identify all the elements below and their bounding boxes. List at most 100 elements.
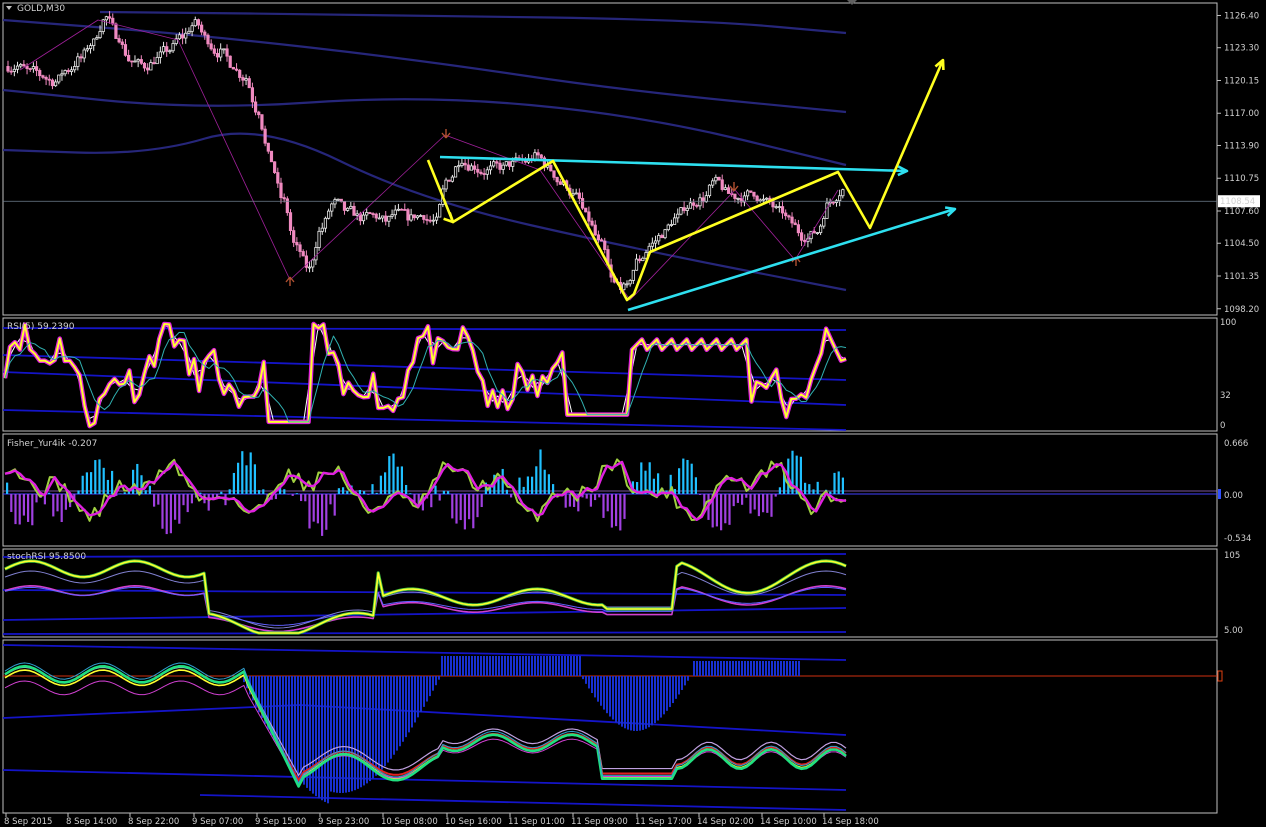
candle-body xyxy=(57,74,61,83)
candle-body xyxy=(177,34,182,40)
fisher-histogram-bar xyxy=(119,493,122,494)
bottom-histogram-bar xyxy=(618,676,620,725)
candle-body xyxy=(714,176,718,182)
fisher-histogram-bar xyxy=(22,494,25,516)
bottom-histogram-bar xyxy=(435,676,437,686)
fisher-histogram-bar xyxy=(526,476,529,494)
bottom-histogram-bar xyxy=(381,676,383,770)
candle-body xyxy=(168,50,172,53)
fisher-histogram-bar xyxy=(228,489,231,494)
candle-body xyxy=(504,161,508,166)
bottom-histogram-bar xyxy=(648,676,650,728)
candle-body xyxy=(695,204,699,207)
fisher-histogram-bar xyxy=(480,494,483,508)
fisher-histogram-bar xyxy=(463,494,466,530)
bottom-histogram-bar xyxy=(705,661,707,676)
candle-body xyxy=(422,215,426,220)
fisher-histogram-bar xyxy=(459,494,462,521)
fisher-histogram-bar xyxy=(379,475,382,494)
fisher-histogram-bar xyxy=(384,472,387,494)
candle-body xyxy=(200,24,204,33)
candle-body xyxy=(279,182,283,199)
candle-body xyxy=(50,79,55,87)
fisher-histogram-bar xyxy=(392,453,395,494)
candle-body xyxy=(374,213,378,219)
bottom-histogram-bar xyxy=(684,676,686,686)
candle-body xyxy=(244,78,248,81)
candle-body xyxy=(717,176,721,181)
candle-body xyxy=(206,34,210,45)
candle-body xyxy=(679,207,683,215)
fisher-histogram-bar xyxy=(539,449,542,494)
fisher-histogram-bar xyxy=(405,484,408,494)
bottom-histogram-bar xyxy=(543,656,545,676)
bottom-histogram-bar xyxy=(798,661,800,676)
fisher-histogram-bar xyxy=(606,494,609,512)
bottom-histogram-bar xyxy=(534,656,536,676)
candle-body xyxy=(403,209,407,211)
candle-body xyxy=(466,164,470,171)
fisher-histogram-bar xyxy=(699,494,702,495)
candle-body xyxy=(171,43,175,52)
candle-body xyxy=(669,224,674,226)
bottom-histogram-bar xyxy=(312,676,314,794)
candle-body xyxy=(415,215,420,219)
candle-body xyxy=(47,78,51,81)
candle-body xyxy=(95,37,99,40)
candle-body xyxy=(66,70,70,72)
bottom-histogram-bar xyxy=(420,676,422,713)
time-tick-label: 8 Sep 22:00 xyxy=(128,817,179,827)
bottom-histogram-bar xyxy=(384,676,386,767)
fisher-histogram-bar xyxy=(430,494,433,508)
rsi-tick-label: 100 xyxy=(1220,318,1236,328)
bottom-histogram-bar xyxy=(327,676,329,804)
bottom-histogram-bar xyxy=(612,676,614,720)
fisher-histogram-bar xyxy=(732,494,735,507)
bottom-histogram-bar xyxy=(291,676,293,770)
bottom-histogram-bar xyxy=(315,676,317,797)
fisher-histogram-bar xyxy=(367,494,370,495)
fisher-histogram-bar xyxy=(241,451,244,494)
candle-body xyxy=(60,73,64,76)
candle-body xyxy=(6,66,10,72)
bottom-histogram-bar xyxy=(606,676,608,714)
candle-body xyxy=(63,70,67,75)
candle-body xyxy=(412,214,416,219)
candle-body xyxy=(215,52,220,58)
bottom-histogram-bar xyxy=(372,676,374,779)
candle-body xyxy=(777,206,781,208)
candle-body xyxy=(469,165,474,171)
candle-body xyxy=(765,197,769,200)
candle-body xyxy=(536,152,540,156)
candle-body xyxy=(711,180,715,186)
fisher-histogram-bar xyxy=(762,494,765,513)
candle-body xyxy=(317,230,321,248)
bottom-histogram-bar xyxy=(642,676,644,730)
bottom-histogram-bar xyxy=(390,676,392,759)
candle-body xyxy=(473,165,477,170)
bottom-histogram-bar xyxy=(366,676,368,784)
fisher-histogram-bar xyxy=(165,494,168,535)
candle-body xyxy=(346,207,350,211)
bottom-histogram-bar xyxy=(591,676,593,693)
bottom-histogram-bar xyxy=(285,676,287,761)
bottom-histogram-bar xyxy=(681,676,683,690)
bottom-histogram-bar xyxy=(729,661,731,676)
candle-body xyxy=(650,242,654,247)
time-tick-label: 8 Sep 2015 xyxy=(4,817,52,827)
candle-body xyxy=(123,44,128,56)
bottom-histogram-bar xyxy=(771,661,773,676)
rsi-tick-label: 32 xyxy=(1220,391,1231,401)
bottom-histogram-bar xyxy=(321,676,323,801)
candle-body xyxy=(838,195,842,202)
bottom-histogram-bar xyxy=(699,661,701,676)
candle-body xyxy=(799,232,804,241)
candle-body xyxy=(549,164,553,172)
time-tick-label: 8 Sep 14:00 xyxy=(66,817,117,827)
candle-body xyxy=(558,181,562,185)
fisher-histogram-bar xyxy=(741,494,744,505)
bottom-histogram-bar xyxy=(516,656,518,676)
fisher-histogram-bar xyxy=(18,494,21,525)
bottom-histogram-bar xyxy=(429,676,431,697)
candle-body xyxy=(599,239,604,242)
